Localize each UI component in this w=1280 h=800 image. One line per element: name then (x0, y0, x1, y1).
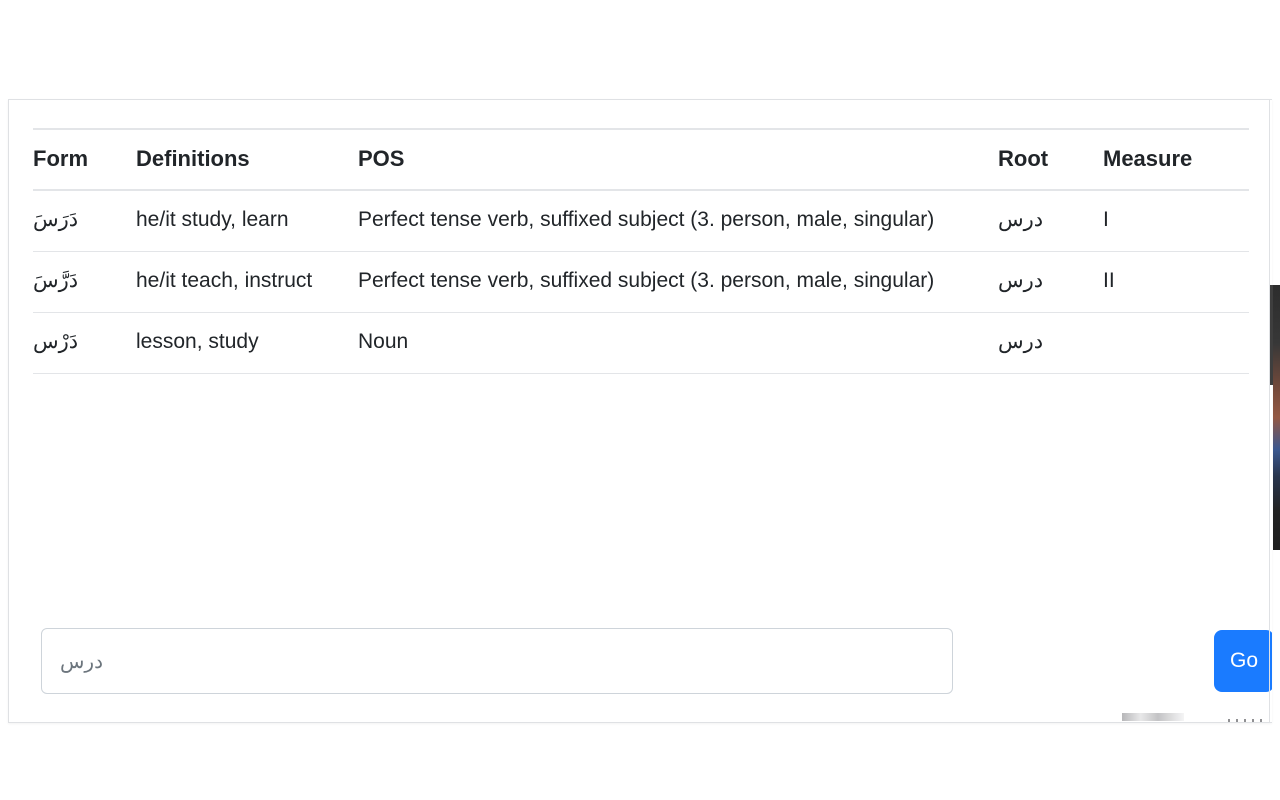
app-root: Form Definitions POS Root Measure دَرَسَ… (0, 0, 1280, 800)
cell-pos: Noun (358, 312, 998, 374)
cell-form: دَرَسَ (33, 190, 136, 253)
offscreen-dots-artifact (1228, 719, 1268, 722)
search-bar: Go (33, 628, 1272, 698)
offscreen-text-artifact (1122, 713, 1184, 721)
cell-root: درس (998, 190, 1103, 253)
cell-form: دَرَّسَ (33, 251, 136, 314)
column-header-pos: POS (358, 127, 998, 192)
column-header-measure: Measure (1103, 127, 1249, 192)
cell-definitions: he/it teach, instruct (136, 251, 358, 314)
table-body: دَرَسَ he/it study, learn Perfect tense … (33, 190, 1249, 374)
table-header: Form Definitions POS Root Measure (33, 127, 1249, 192)
results-table-container: Form Definitions POS Root Measure دَرَسَ… (33, 127, 1249, 374)
cell-root: درس (998, 312, 1103, 374)
cell-measure: I (1103, 190, 1249, 253)
cell-root: درس (998, 251, 1103, 314)
search-input[interactable] (41, 628, 953, 694)
cell-pos: Perfect tense verb, suffixed subject (3.… (358, 251, 998, 314)
column-header-root: Root (998, 127, 1103, 192)
results-card: Form Definitions POS Root Measure دَرَسَ… (8, 99, 1272, 723)
cell-pos: Perfect tense verb, suffixed subject (3.… (358, 190, 998, 253)
table-row: دَرَسَ he/it study, learn Perfect tense … (33, 190, 1249, 253)
cell-definitions: lesson, study (136, 312, 358, 374)
cell-measure: II (1103, 251, 1249, 314)
go-button[interactable]: Go (1214, 630, 1272, 692)
table-row: دَرَّسَ he/it teach, instruct Perfect te… (33, 251, 1249, 314)
cell-measure (1103, 312, 1249, 374)
offscreen-content-sliver (1273, 285, 1280, 550)
results-table: Form Definitions POS Root Measure دَرَسَ… (33, 127, 1249, 374)
card-right-edge (1269, 99, 1270, 723)
column-header-form: Form (33, 127, 136, 192)
table-row: دَرْس lesson, study Noun درس (33, 312, 1249, 374)
cell-definitions: he/it study, learn (136, 190, 358, 253)
table-header-row: Form Definitions POS Root Measure (33, 127, 1249, 192)
cell-form: دَرْس (33, 312, 136, 374)
column-header-definitions: Definitions (136, 127, 358, 192)
